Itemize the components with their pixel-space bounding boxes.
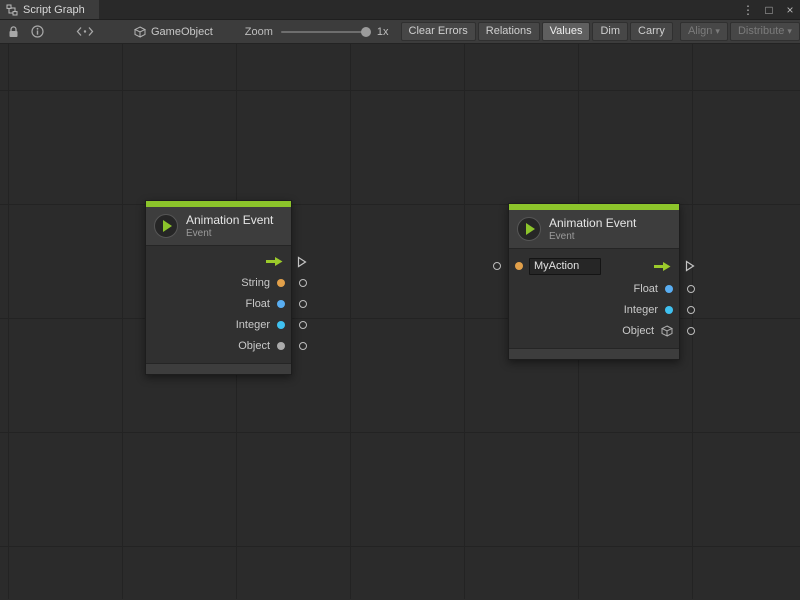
chevron-down-icon: ▾ bbox=[787, 25, 792, 38]
port-row-object: Object bbox=[146, 335, 291, 356]
node-body: String Float Integer Object bbox=[146, 246, 291, 363]
node-footer bbox=[509, 348, 679, 359]
values-button[interactable]: Values bbox=[542, 22, 591, 41]
node-header[interactable]: Animation Event Event bbox=[146, 207, 291, 246]
port-row-object: Object bbox=[509, 320, 679, 341]
name-input-port[interactable] bbox=[493, 262, 501, 270]
lock-icon[interactable] bbox=[8, 26, 19, 38]
port-label: Integer bbox=[236, 319, 270, 331]
toolbar-buttons: Clear Errors Relations Values Dim Carry … bbox=[401, 20, 800, 44]
graph-toolbar: GameObject Zoom 1x Clear Errors Relation… bbox=[0, 20, 800, 44]
port-row-integer: Integer bbox=[146, 314, 291, 335]
object-type-dot bbox=[277, 342, 285, 350]
close-icon[interactable]: × bbox=[784, 0, 796, 20]
node-footer bbox=[146, 363, 291, 374]
object-output-port[interactable] bbox=[299, 342, 307, 350]
integer-output-port[interactable] bbox=[687, 306, 695, 314]
float-output-port[interactable] bbox=[687, 285, 695, 293]
port-label: Integer bbox=[624, 304, 658, 316]
string-type-dot bbox=[515, 262, 523, 270]
relations-button[interactable]: Relations bbox=[478, 22, 540, 41]
float-output-port[interactable] bbox=[299, 300, 307, 308]
node-animation-event-2[interactable]: Animation Event Event bbox=[508, 203, 680, 360]
port-label: Object bbox=[622, 325, 654, 337]
info-icon[interactable] bbox=[31, 25, 44, 38]
align-button[interactable]: Align▾ bbox=[680, 22, 728, 41]
zoom-control: Zoom 1x bbox=[245, 26, 389, 38]
action-name-input[interactable] bbox=[529, 258, 601, 275]
script-graph-icon bbox=[6, 4, 18, 16]
tab-title: Script Graph bbox=[23, 4, 85, 16]
node-body: Float Integer Object bbox=[509, 249, 679, 348]
port-label: Float bbox=[246, 298, 270, 310]
chevron-down-icon: ▾ bbox=[715, 25, 720, 38]
node-header[interactable]: Animation Event Event bbox=[509, 210, 679, 249]
tab-script-graph[interactable]: Script Graph bbox=[0, 0, 99, 19]
event-play-icon bbox=[154, 214, 178, 238]
port-row-integer: Integer bbox=[509, 299, 679, 320]
gameobject-icon bbox=[134, 26, 146, 38]
integer-type-dot bbox=[665, 306, 673, 314]
zoom-slider[interactable] bbox=[281, 31, 369, 33]
maximize-icon[interactable]: □ bbox=[763, 0, 775, 20]
titlebar: Script Graph ⋮ □ × bbox=[0, 0, 800, 20]
port-row-string: String bbox=[146, 272, 291, 293]
trigger-output-port[interactable] bbox=[685, 260, 695, 272]
zoom-value: 1x bbox=[377, 26, 389, 38]
float-type-dot bbox=[665, 285, 673, 293]
cube-icon bbox=[661, 325, 673, 337]
code-icon[interactable] bbox=[76, 26, 94, 37]
dim-button[interactable]: Dim bbox=[592, 22, 628, 41]
trigger-output-port[interactable] bbox=[297, 256, 307, 268]
port-row-float: Float bbox=[509, 278, 679, 299]
port-label: Float bbox=[634, 283, 658, 295]
trigger-arrow-icon bbox=[653, 261, 672, 272]
string-output-port[interactable] bbox=[299, 279, 307, 287]
integer-type-dot bbox=[277, 321, 285, 329]
window-controls: ⋮ □ × bbox=[742, 0, 796, 20]
node-title: Animation Event bbox=[549, 216, 636, 230]
port-row-float: Float bbox=[146, 293, 291, 314]
node-animation-event-1[interactable]: Animation Event Event bbox=[145, 200, 292, 375]
graph-target-selector[interactable]: GameObject bbox=[134, 26, 213, 38]
graph-canvas[interactable]: Animation Event Event bbox=[0, 44, 800, 599]
zoom-label: Zoom bbox=[245, 26, 273, 38]
distribute-button[interactable]: Distribute▾ bbox=[730, 22, 800, 41]
node-title: Animation Event bbox=[186, 213, 273, 227]
target-label: GameObject bbox=[151, 26, 213, 38]
node-subtitle: Event bbox=[186, 228, 273, 239]
clear-errors-button[interactable]: Clear Errors bbox=[401, 22, 476, 41]
object-output-port[interactable] bbox=[687, 327, 695, 335]
string-type-dot bbox=[277, 279, 285, 287]
trigger-arrow-icon bbox=[265, 256, 284, 267]
integer-output-port[interactable] bbox=[299, 321, 307, 329]
node-subtitle: Event bbox=[549, 231, 636, 242]
float-type-dot bbox=[277, 300, 285, 308]
port-label: Object bbox=[238, 340, 270, 352]
trigger-output-row bbox=[146, 251, 291, 272]
action-name-row bbox=[509, 254, 679, 278]
script-graph-window: Script Graph ⋮ □ × bbox=[0, 0, 800, 600]
port-label: String bbox=[241, 277, 270, 289]
zoom-slider-handle[interactable] bbox=[361, 27, 371, 37]
window-menu-icon[interactable]: ⋮ bbox=[742, 0, 754, 20]
carry-button[interactable]: Carry bbox=[630, 22, 673, 41]
event-play-icon bbox=[517, 217, 541, 241]
